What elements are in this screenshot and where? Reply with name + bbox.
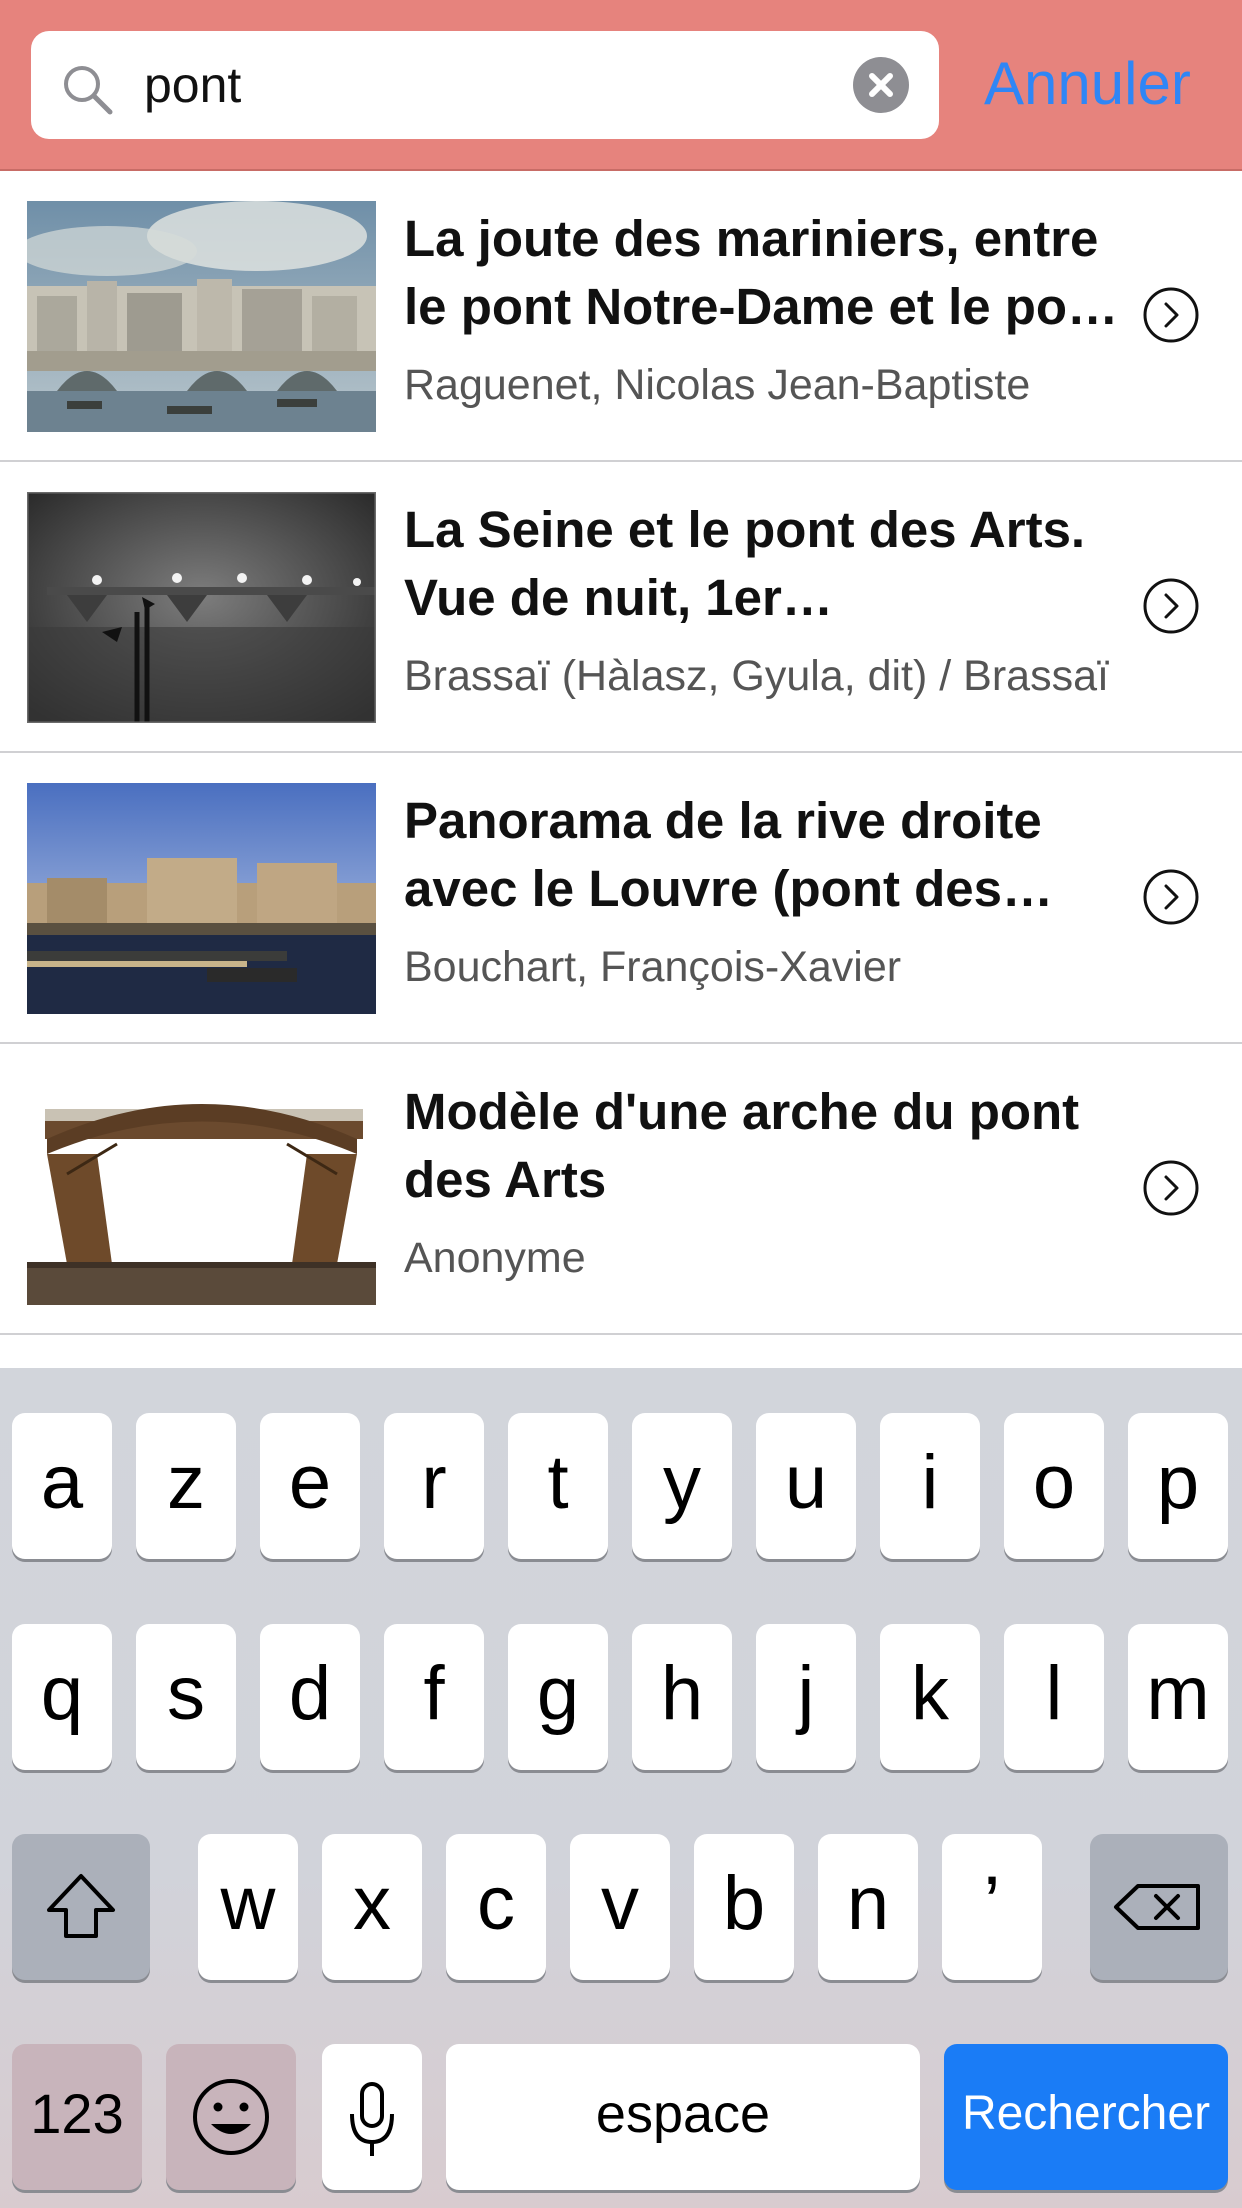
artwork-title: La joute des mariniers, entre le pont No… — [404, 210, 1116, 335]
key-o[interactable]: o — [1004, 1413, 1104, 1559]
search-query-text[interactable]: pont — [144, 53, 241, 117]
key-z[interactable]: z — [136, 1413, 236, 1559]
artwork-author: Bouchart, François-Xavier — [404, 943, 902, 991]
artwork-author: Brassaï (Hàlasz, Gyula, dit) / Brassaï — [404, 652, 1109, 700]
shift-key[interactable] — [12, 1834, 150, 1980]
key-g[interactable]: g — [508, 1624, 608, 1770]
key-q[interactable]: q — [12, 1624, 112, 1770]
search-icon — [64, 66, 113, 115]
emoji-key[interactable] — [166, 2044, 296, 2190]
cancel-button[interactable]: Annuler — [984, 44, 1191, 124]
list-item[interactable]: Modèle d'une arche du pont des Arts Anon… — [0, 1044, 1242, 1335]
artwork-title: Modèle d'une arche du pont des Arts — [404, 1083, 1080, 1208]
key-r[interactable]: r — [384, 1413, 484, 1559]
key-v[interactable]: v — [570, 1834, 670, 1980]
key-c[interactable]: c — [446, 1834, 546, 1980]
shift-icon — [47, 1874, 115, 1938]
list-item[interactable]: La Seine et le pont des Arts. Vue de nui… — [0, 462, 1242, 753]
chevron-right-icon[interactable] — [1142, 577, 1200, 635]
key-a[interactable]: a — [12, 1413, 112, 1559]
list-item[interactable]: La joute des mariniers, entre le pont No… — [0, 171, 1242, 462]
key-h[interactable]: h — [632, 1624, 732, 1770]
key-f[interactable]: f — [384, 1624, 484, 1770]
list-item[interactable]: Panorama de la rive droite avec le Louvr… — [0, 753, 1242, 1044]
space-key[interactable]: espace — [446, 2044, 920, 2190]
artwork-title: Panorama de la rive droite avec le Louvr… — [404, 792, 1042, 917]
key-l[interactable]: l — [1004, 1624, 1104, 1770]
key-u[interactable]: u — [756, 1413, 856, 1559]
chevron-right-icon[interactable] — [1142, 1159, 1200, 1217]
key-e[interactable]: e — [260, 1413, 360, 1559]
artwork-thumbnail — [27, 783, 376, 1014]
key-n[interactable]: n — [818, 1834, 918, 1980]
emoji-icon — [193, 2079, 269, 2155]
key-apostrophe[interactable]: ’ — [942, 1834, 1042, 1980]
search-key[interactable]: Rechercher — [944, 2044, 1228, 2190]
delete-key[interactable] — [1090, 1834, 1228, 1980]
microphone-icon — [350, 2082, 394, 2156]
search-bar: pont Annuler — [0, 0, 1242, 171]
key-d[interactable]: d — [260, 1624, 360, 1770]
key-i[interactable]: i — [880, 1413, 980, 1559]
key-m[interactable]: m — [1128, 1624, 1228, 1770]
artwork-thumbnail — [27, 201, 376, 432]
chevron-right-icon[interactable] — [1142, 286, 1200, 344]
key-j[interactable]: j — [756, 1624, 856, 1770]
search-input[interactable]: pont — [31, 31, 939, 139]
chevron-right-icon[interactable] — [1142, 868, 1200, 926]
clear-search-button[interactable] — [853, 57, 909, 113]
key-x[interactable]: x — [322, 1834, 422, 1980]
key-p[interactable]: p — [1128, 1413, 1228, 1559]
results-list: La joute des mariniers, entre le pont No… — [0, 171, 1242, 1335]
artwork-thumbnail — [27, 1074, 376, 1305]
dictation-key[interactable] — [322, 2044, 422, 2190]
key-y[interactable]: y — [632, 1413, 732, 1559]
key-w[interactable]: w — [198, 1834, 298, 1980]
artwork-title: La Seine et le pont des Arts. Vue de nui… — [404, 501, 1086, 626]
keyboard: a z e r t y u i o p q s d f g h j k l m … — [0, 1368, 1242, 2208]
artwork-author: Raguenet, Nicolas Jean-Baptiste — [404, 361, 1031, 409]
backspace-icon — [1114, 1884, 1200, 1930]
artwork-author: Anonyme — [404, 1234, 586, 1282]
numbers-key[interactable]: 123 — [12, 2044, 142, 2190]
key-b[interactable]: b — [694, 1834, 794, 1980]
key-s[interactable]: s — [136, 1624, 236, 1770]
key-k[interactable]: k — [880, 1624, 980, 1770]
artwork-thumbnail — [27, 492, 376, 723]
clear-icon — [869, 73, 893, 97]
key-t[interactable]: t — [508, 1413, 608, 1559]
